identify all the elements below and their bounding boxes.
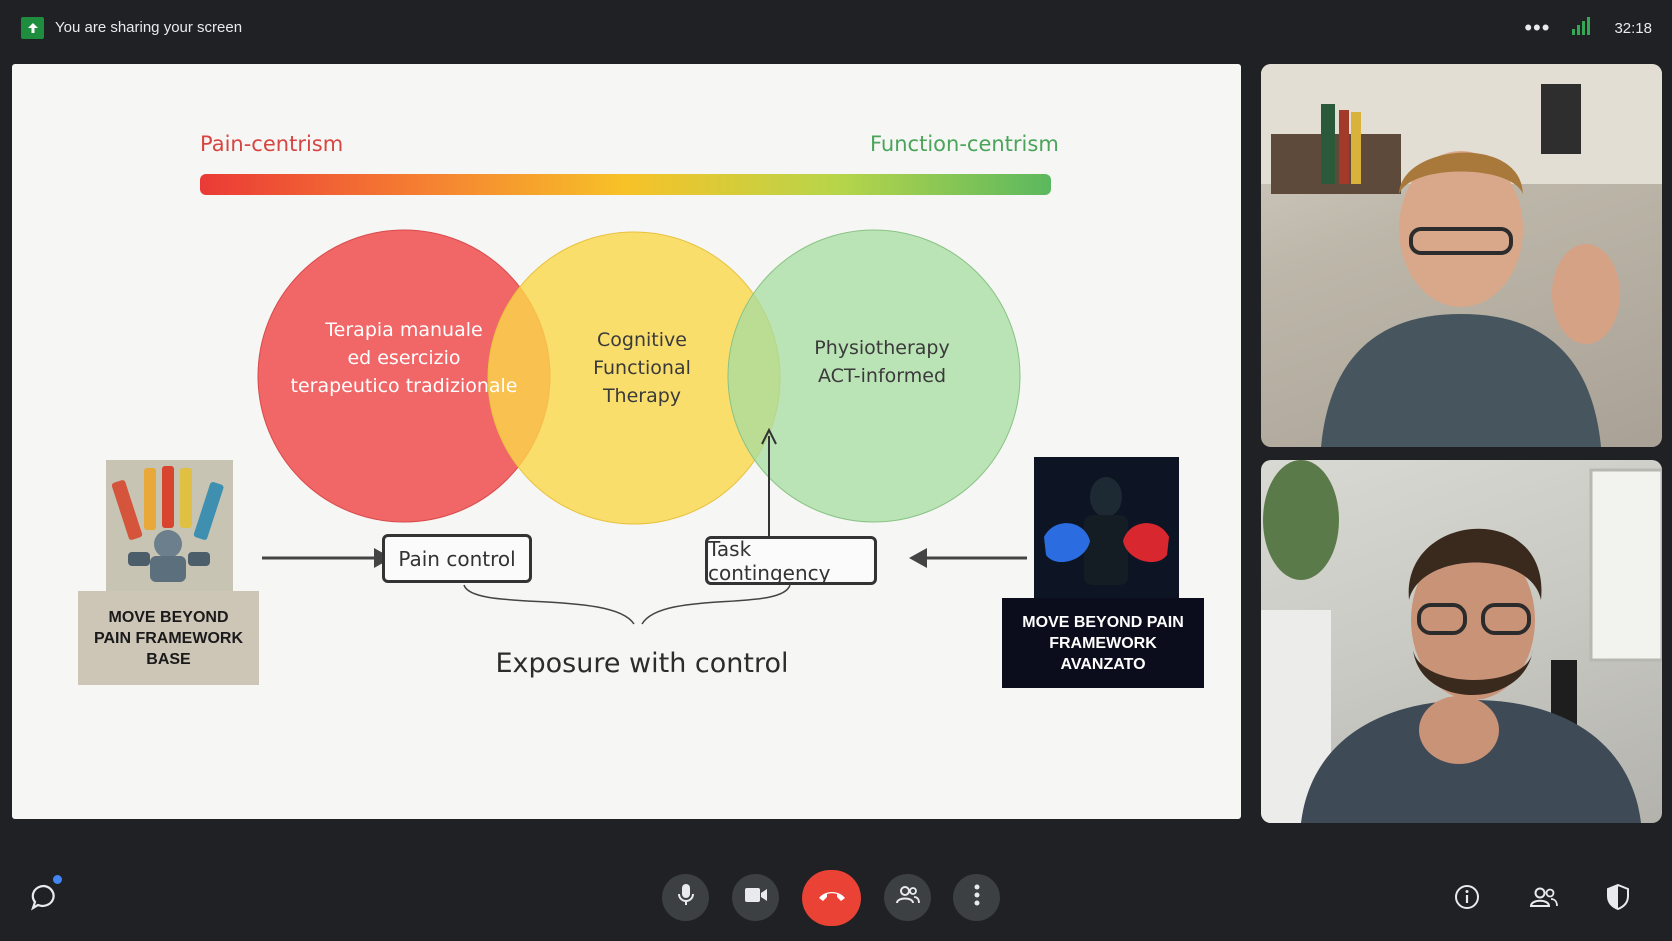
brace-left xyxy=(463,584,635,625)
call-timer: 32:18 xyxy=(1614,19,1652,37)
screen-share-icon xyxy=(21,17,44,39)
people-button[interactable] xyxy=(884,874,931,921)
venn-diagram xyxy=(257,229,1027,625)
green-circle-text: Physiotherapy ACT-informed xyxy=(814,337,950,387)
shield-icon[interactable] xyxy=(1602,881,1634,913)
top-bar: You are sharing your screen ••• 32:18 xyxy=(0,0,1672,56)
chat-icon[interactable] xyxy=(28,881,60,913)
shared-slide: Pain-centrism Function-centrism Terapia … xyxy=(12,64,1241,819)
yellow-circle-text: Cognitive Functional Therapy xyxy=(593,329,691,407)
more-horizontal-icon[interactable]: ••• xyxy=(1524,17,1550,39)
share-status-text: You are sharing your screen xyxy=(55,19,243,36)
signal-bars-icon xyxy=(1572,16,1592,40)
more-vertical-icon xyxy=(974,884,980,911)
video-camera-icon xyxy=(744,886,768,909)
participant-video-1 xyxy=(1261,64,1662,447)
participant-video-2 xyxy=(1261,460,1662,823)
red-circle-text: Terapia manuale ed esercizio terapeutico… xyxy=(290,319,518,397)
badge-base-caption: MOVE BEYOND PAIN FRAMEWORK BASE xyxy=(78,591,259,685)
matrix-illustration xyxy=(1034,457,1179,598)
microphone-icon xyxy=(676,883,696,912)
pain-control-box: Pain control xyxy=(382,534,532,583)
brace-right xyxy=(641,584,791,625)
badge-avanzato-caption: MOVE BEYOND PAIN FRAMEWORK AVANZATO xyxy=(1002,598,1204,688)
microphone-button[interactable] xyxy=(662,874,709,921)
chat-notification-dot xyxy=(53,875,62,884)
participant-tile-2[interactable] xyxy=(1261,460,1662,823)
info-icon[interactable] xyxy=(1451,881,1483,913)
bottom-controls-bar xyxy=(0,855,1672,941)
end-call-button[interactable] xyxy=(802,870,861,926)
participants-icon[interactable] xyxy=(1528,881,1560,913)
badge-avanzato: MOVE BEYOND PAIN FRAMEWORK AVANZATO xyxy=(1002,457,1204,688)
task-contingency-box: Task contingency xyxy=(705,536,877,585)
badge-base: MOVE BEYOND PAIN FRAMEWORK BASE xyxy=(78,460,259,685)
robot-illustration xyxy=(106,460,233,591)
camera-button[interactable] xyxy=(732,874,779,921)
participant-tile-1[interactable] xyxy=(1261,64,1662,447)
exposure-with-control-label: Exposure with control xyxy=(495,648,789,679)
end-call-icon xyxy=(817,889,847,908)
people-icon xyxy=(895,885,920,910)
more-options-button[interactable] xyxy=(953,874,1000,921)
